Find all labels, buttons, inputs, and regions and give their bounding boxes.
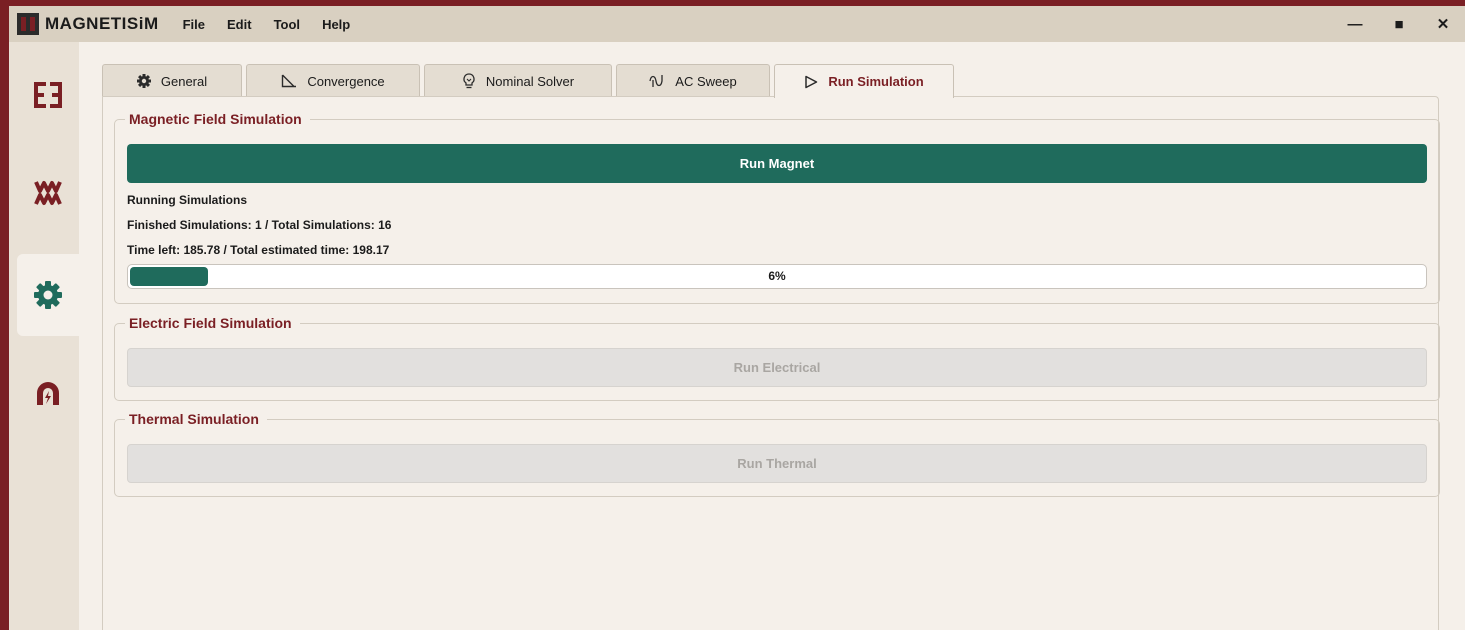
- running-status: Running Simulations: [127, 193, 247, 207]
- tab-label: General: [160, 73, 208, 89]
- logo-icon: [17, 13, 39, 35]
- gear-icon: [136, 74, 151, 88]
- close-button[interactable]: ✕: [1421, 15, 1465, 33]
- menu-bar: File Edit Tool Help: [183, 17, 373, 32]
- magnet-icon: [37, 382, 59, 405]
- window-controls: — ■ ✕: [1333, 6, 1465, 42]
- tab-bar: General Convergence Nominal Solver AC Sw…: [102, 64, 958, 98]
- winding-icon: [34, 181, 62, 205]
- run-magnet-button[interactable]: Run Magnet: [127, 144, 1427, 183]
- tab-label: Run Simulation: [828, 74, 924, 89]
- tab-nominal-solver[interactable]: Nominal Solver: [424, 64, 612, 97]
- run-electrical-button[interactable]: Run Electrical: [127, 348, 1427, 387]
- thermal-group: Thermal Simulation Run Thermal: [114, 409, 1440, 497]
- electric-group-title: Electric Field Simulation: [125, 313, 300, 333]
- sidebar-item-core[interactable]: [17, 54, 79, 136]
- menu-edit[interactable]: Edit: [227, 17, 252, 32]
- tab-label: Convergence: [307, 73, 385, 89]
- sidebar-item-settings[interactable]: [17, 254, 79, 336]
- magnetic-group: Magnetic Field Simulation Run Magnet Run…: [114, 109, 1440, 304]
- main-content: General Convergence Nominal Solver AC Sw…: [102, 64, 1440, 630]
- time-left: Time left: 185.78 / Total estimated time…: [127, 243, 390, 257]
- play-icon: [804, 75, 818, 89]
- maximize-button[interactable]: ■: [1377, 16, 1421, 33]
- sine-wave-icon: [649, 74, 665, 88]
- progress-bar: 6%: [127, 264, 1427, 289]
- lightbulb-icon: [462, 73, 476, 89]
- sidebar-item-winding[interactable]: [17, 152, 79, 234]
- magnetic-group-title: Magnetic Field Simulation: [125, 109, 310, 129]
- menu-file[interactable]: File: [183, 17, 205, 32]
- tab-general[interactable]: General: [102, 64, 242, 97]
- core-shape-icon: [34, 82, 62, 108]
- tab-convergence[interactable]: Convergence: [246, 64, 420, 97]
- tab-label: AC Sweep: [675, 73, 737, 89]
- sidebar-item-magnet[interactable]: [17, 352, 79, 434]
- title-bar: MAGNETISiM File Edit Tool Help — ■ ✕: [9, 6, 1465, 42]
- run-thermal-button[interactable]: Run Thermal: [127, 444, 1427, 483]
- gear-icon: [34, 281, 62, 309]
- menu-tool[interactable]: Tool: [274, 17, 300, 32]
- progress-label: 6%: [768, 269, 786, 283]
- tab-run-simulation[interactable]: Run Simulation: [774, 64, 954, 98]
- tab-ac-sweep[interactable]: AC Sweep: [616, 64, 770, 97]
- minimize-button[interactable]: —: [1333, 16, 1377, 33]
- app-window: MAGNETISiM File Edit Tool Help — ■ ✕ Gen…: [9, 6, 1465, 630]
- convergence-icon: [281, 74, 297, 88]
- electric-group: Electric Field Simulation Run Electrical: [114, 313, 1440, 401]
- app-name: MAGNETISiM: [45, 14, 159, 33]
- menu-help[interactable]: Help: [322, 17, 350, 32]
- finished-simulations: Finished Simulations: 1 / Total Simulati…: [127, 218, 392, 232]
- tab-label: Nominal Solver: [485, 73, 575, 89]
- sidebar: [9, 42, 79, 630]
- app-logo: MAGNETISiM: [17, 13, 159, 35]
- thermal-group-title: Thermal Simulation: [125, 409, 267, 429]
- run-simulation-panel: Magnetic Field Simulation Run Magnet Run…: [102, 96, 1440, 630]
